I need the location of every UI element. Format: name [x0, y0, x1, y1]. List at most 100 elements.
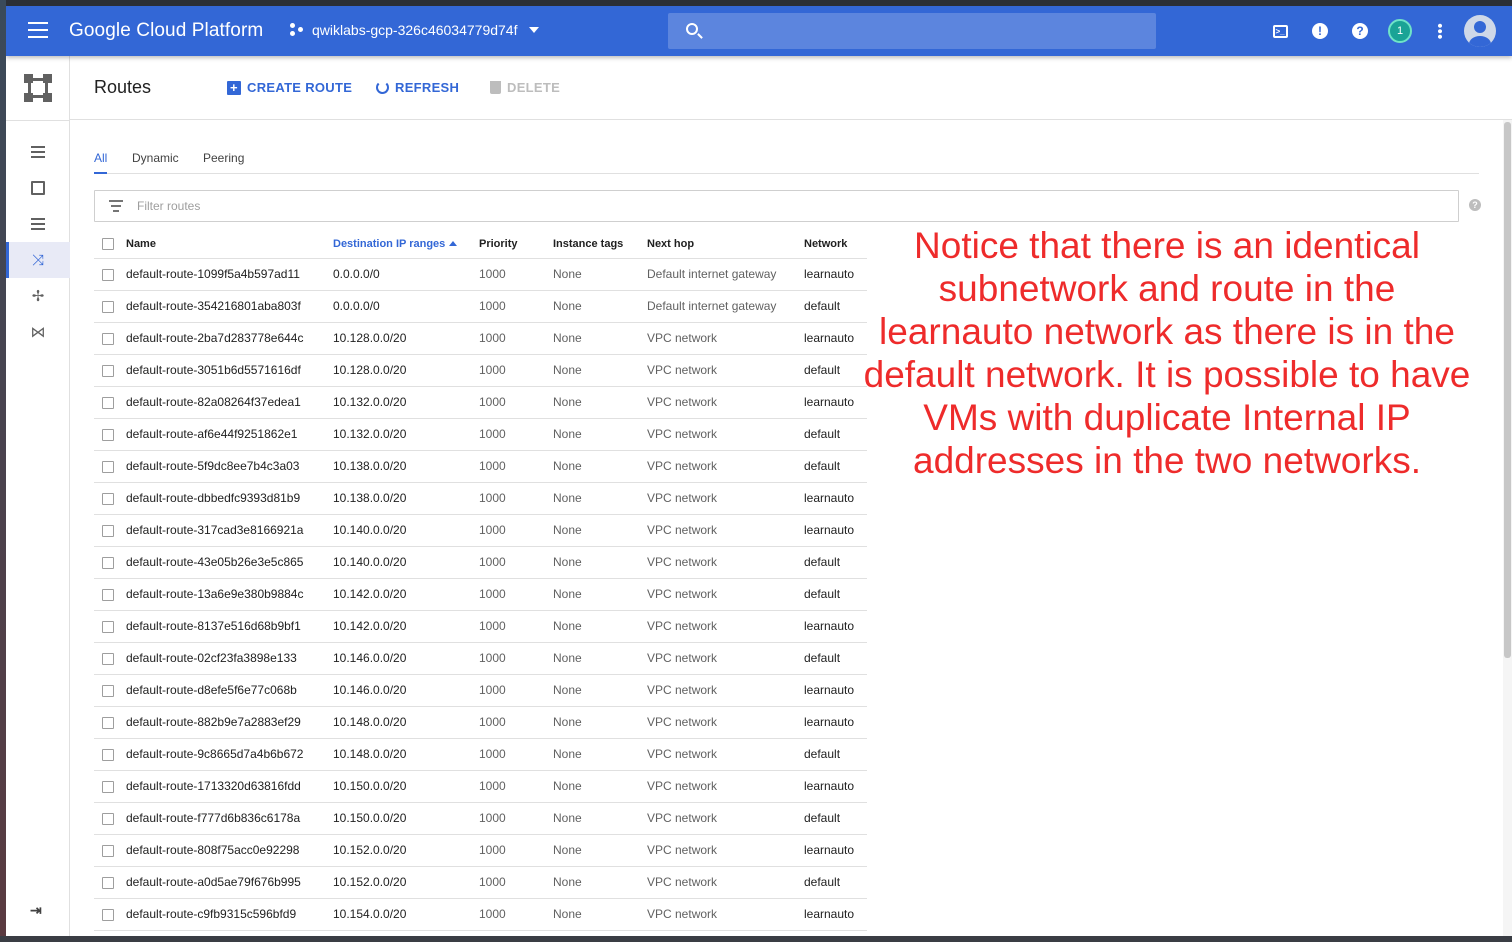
row-checkbox[interactable]	[102, 268, 114, 281]
row-checkbox[interactable]	[102, 684, 114, 697]
row-checkbox[interactable]	[102, 492, 114, 505]
column-header-priority[interactable]: Priority	[479, 230, 553, 259]
search-input[interactable]	[712, 13, 1142, 49]
row-checkbox[interactable]	[102, 908, 114, 921]
table-row[interactable]: default-route-02cf23fa3898e133 10.146.0.0…	[94, 642, 867, 675]
row-checkbox[interactable]	[102, 364, 114, 377]
table-row[interactable]: default-route-8137e516d68b9bf1 10.142.0.0…	[94, 610, 867, 643]
row-checkbox[interactable]	[102, 332, 114, 345]
route-name-cell[interactable]: default-route-af6e44f9251862e1	[126, 418, 333, 451]
row-checkbox[interactable]	[102, 428, 114, 441]
table-row[interactable]: default-route-d8efe5f6e77c068b 10.146.0.0…	[94, 674, 867, 707]
row-checkbox[interactable]	[102, 524, 114, 537]
select-all-checkbox[interactable]	[102, 237, 114, 250]
create-route-button[interactable]: + CREATE ROUTE	[227, 80, 352, 95]
route-name-cell[interactable]: default-route-1099f5a4b597ad11	[126, 258, 333, 291]
external-ip-icon	[31, 181, 45, 195]
row-checkbox[interactable]	[102, 556, 114, 569]
route-name-cell[interactable]: default-route-d8efe5f6e77c068b	[126, 674, 333, 707]
row-checkbox[interactable]	[102, 780, 114, 793]
destination-ip-range-cell: 0.0.0.0/0	[333, 290, 479, 323]
route-name-cell[interactable]: default-route-a0d5ae79f676b995	[126, 866, 333, 899]
table-row[interactable]: default-route-13a6e9e380b9884c 10.142.0.0…	[94, 578, 867, 611]
table-row[interactable]: default-route-354216801aba803f 0.0.0.0/0 1…	[94, 290, 867, 323]
rail-item-external-ip[interactable]	[6, 170, 70, 206]
table-row[interactable]: default-route-5f9dc8ee7b4c3a03 10.138.0.0…	[94, 450, 867, 483]
rail-item-shared-vpc[interactable]: ⋈	[6, 314, 70, 350]
table-row[interactable]: default-route-1099f5a4b597ad11 0.0.0.0/0 1…	[94, 258, 867, 291]
column-header-name[interactable]: Name	[126, 230, 333, 259]
table-row[interactable]: default-route-af6e44f9251862e1 10.132.0.0…	[94, 418, 867, 451]
row-checkbox[interactable]	[102, 396, 114, 409]
route-name-cell[interactable]: default-route-9c8665d7a4b6b672	[126, 738, 333, 771]
table-row[interactable]: default-route-1713320d63816fdd 10.150.0.0…	[94, 770, 867, 803]
route-name-cell[interactable]: default-route-c9fb9315c596bfd9	[126, 898, 333, 931]
route-name-cell[interactable]: default-route-882b9e7a2883ef29	[126, 706, 333, 739]
help-icon[interactable]: ?	[1469, 199, 1481, 211]
filter-bar[interactable]	[94, 190, 1459, 222]
more-vert-icon[interactable]	[1430, 21, 1450, 41]
row-checkbox[interactable]	[102, 716, 114, 729]
column-header-next-hop[interactable]: Next hop	[647, 230, 804, 259]
tab-peering[interactable]: Peering	[203, 151, 244, 172]
project-selector[interactable]: qwiklabs-gcp-326c46034779d74f	[290, 22, 540, 38]
avatar[interactable]	[1464, 15, 1496, 47]
collapse-rail-icon[interactable]: ⇥	[30, 902, 42, 919]
filter-input[interactable]	[137, 191, 1437, 221]
delete-button[interactable]: DELETE	[490, 80, 560, 95]
rail-item-routes[interactable]: ⤨	[6, 242, 70, 278]
column-header-instance-tags[interactable]: Instance tags	[553, 230, 647, 259]
tab-all[interactable]: All	[94, 151, 108, 174]
rail-item-vpc-networks[interactable]	[6, 134, 70, 170]
route-name-cell[interactable]: default-route-317cad3e8166921a	[126, 514, 333, 547]
row-checkbox[interactable]	[102, 620, 114, 633]
alert-icon[interactable]: !	[1310, 21, 1330, 41]
route-name-cell[interactable]: default-route-02cf23fa3898e133	[126, 642, 333, 675]
rail-item-vpc-peering[interactable]: ✢	[6, 278, 70, 314]
tab-dynamic[interactable]: Dynamic	[132, 151, 179, 172]
notifications-badge[interactable]: 1	[1388, 19, 1412, 43]
route-name-cell[interactable]: default-route-3051b6d5571616df	[126, 354, 333, 387]
route-name-cell[interactable]: default-route-8137e516d68b9bf1	[126, 610, 333, 643]
table-row[interactable]: default-route-a0d5ae79f676b995 10.152.0.0…	[94, 866, 867, 899]
row-checkbox[interactable]	[102, 588, 114, 601]
column-header-network[interactable]: Network	[804, 230, 867, 259]
table-row[interactable]: default-route-808f75acc0e92298 10.152.0.0…	[94, 834, 867, 867]
menu-icon[interactable]	[28, 22, 48, 38]
product-name[interactable]: Google Cloud Platform	[69, 20, 263, 42]
table-row[interactable]: default-route-43e05b26e3e5c865 10.140.0.0…	[94, 546, 867, 579]
table-row[interactable]: default-route-f777d6b836c6178a 10.150.0.0…	[94, 802, 867, 835]
table-row[interactable]: default-route-dbbedfc9393d81b9 10.138.0.0…	[94, 482, 867, 515]
row-checkbox[interactable]	[102, 812, 114, 825]
route-name-cell[interactable]: default-route-13a6e9e380b9884c	[126, 578, 333, 611]
route-name-cell[interactable]: default-route-5f9dc8ee7b4c3a03	[126, 450, 333, 483]
rail-item-firewall-rules[interactable]	[6, 206, 70, 242]
table-row[interactable]: default-route-882b9e7a2883ef29 10.148.0.0…	[94, 706, 867, 739]
table-row[interactable]: default-route-82a08264f37edea1 10.132.0.0…	[94, 386, 867, 419]
help-icon[interactable]: ?	[1350, 21, 1370, 41]
row-checkbox[interactable]	[102, 748, 114, 761]
route-name-cell[interactable]: default-route-43e05b26e3e5c865	[126, 546, 333, 579]
row-checkbox[interactable]	[102, 460, 114, 473]
cloud-shell-icon[interactable]: >_	[1270, 21, 1290, 41]
table-row[interactable]: default-route-317cad3e8166921a 10.140.0.0…	[94, 514, 867, 547]
route-name-cell[interactable]: default-route-1713320d63816fdd	[126, 770, 333, 803]
route-name-cell[interactable]: default-route-808f75acc0e92298	[126, 834, 333, 867]
table-row[interactable]: default-route-c9fb9315c596bfd9 10.154.0.0…	[94, 898, 867, 931]
row-checkbox[interactable]	[102, 300, 114, 313]
refresh-button[interactable]: REFRESH	[376, 80, 459, 95]
search-box[interactable]	[668, 13, 1156, 49]
route-name-cell[interactable]: default-route-dbbedfc9393d81b9	[126, 482, 333, 515]
table-row[interactable]: default-route-3051b6d5571616df 10.128.0.0…	[94, 354, 867, 387]
route-name-cell[interactable]: default-route-f777d6b836c6178a	[126, 802, 333, 835]
column-header-destination[interactable]: Destination IP ranges	[333, 230, 479, 259]
row-checkbox[interactable]	[102, 876, 114, 889]
scrollbar-thumb[interactable]	[1504, 122, 1511, 658]
row-checkbox[interactable]	[102, 652, 114, 665]
route-name-cell[interactable]: default-route-2ba7d283778e644c	[126, 322, 333, 355]
table-row[interactable]: default-route-9c8665d7a4b6b672 10.148.0.0…	[94, 738, 867, 771]
route-name-cell[interactable]: default-route-82a08264f37edea1	[126, 386, 333, 419]
row-checkbox[interactable]	[102, 844, 114, 857]
route-name-cell[interactable]: default-route-354216801aba803f	[126, 290, 333, 323]
table-row[interactable]: default-route-2ba7d283778e644c 10.128.0.0…	[94, 322, 867, 355]
